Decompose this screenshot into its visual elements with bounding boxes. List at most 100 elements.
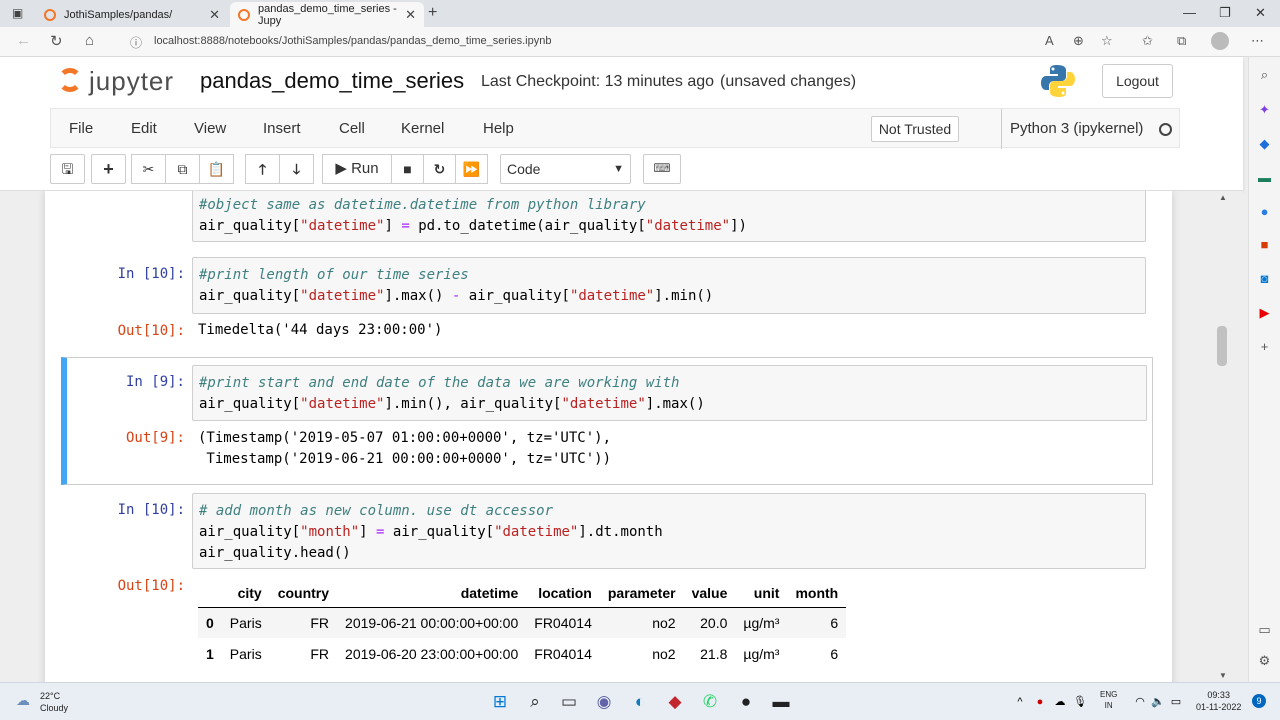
info-icon[interactable]: ⓘ <box>130 34 142 51</box>
table-cell: 6 <box>830 645 839 662</box>
back-icon[interactable]: ← <box>16 32 31 49</box>
add-sidebar-icon[interactable]: + <box>1257 339 1272 354</box>
plus-icon: + <box>103 159 114 179</box>
table-cell: 2019-06-20 23:00:00+00:00 <box>345 645 519 662</box>
url-field[interactable]: ⓘ localhost:8888/notebooks/JothiSamples/… <box>116 30 1131 54</box>
search-icon[interactable]: ⌕ <box>525 692 545 712</box>
menu-file[interactable]: File <box>69 120 93 137</box>
paste-button[interactable]: 📋 <box>199 154 234 184</box>
menu-view[interactable]: View <box>194 120 226 137</box>
scroll-down-icon[interactable]: ▼ <box>1219 671 1227 680</box>
edge-icon[interactable]: ◐ <box>630 692 650 712</box>
menu-bar: File Edit View Insert Cell Kernel Help N… <box>50 108 1180 149</box>
menu-insert[interactable]: Insert <box>263 120 301 137</box>
table-row: 1 Paris FR 2019-06-20 23:00:00+00:00 FR04014… <box>198 638 846 669</box>
scroll-up-icon[interactable]: ▲ <box>1219 193 1227 202</box>
notification-badge[interactable]: 9 <box>1252 694 1266 708</box>
kernel-name[interactable]: Python 3 (ipykernel) <box>1001 109 1143 149</box>
tab-actions-icon[interactable]: ▣ <box>12 6 23 20</box>
restart-run-all-button[interactable]: ⏩ <box>455 154 488 184</box>
collections-icon[interactable]: ⧉ <box>1177 33 1186 49</box>
arrow-down-icon: 🡓 <box>292 161 301 177</box>
run-button[interactable]: ▶ Run <box>322 154 392 184</box>
menu-edit[interactable]: Edit <box>131 120 157 137</box>
microphone-icon[interactable]: 🎙 <box>1070 692 1090 712</box>
volume-icon[interactable]: 🔈 <box>1148 692 1168 712</box>
tab-pandas-demo[interactable]: pandas_demo_time_series - Jupy ✕ <box>230 2 424 27</box>
obs-icon[interactable]: ● <box>736 692 756 712</box>
code-lines: #object same as datetime.datetime from p… <box>199 195 747 237</box>
sparkle-icon[interactable]: ✦ <box>1257 102 1272 117</box>
chevron-up-icon[interactable]: ^ <box>1010 692 1030 712</box>
onedrive-icon[interactable]: ☁ <box>1050 692 1070 712</box>
code-line: air_quality["datetime"] = pd.to_datetime… <box>199 218 747 234</box>
chat-icon[interactable]: ◉ <box>594 692 614 712</box>
move-up-button[interactable]: 🡑 <box>245 154 280 184</box>
time: 09:33 <box>1207 690 1230 700</box>
menu-cell[interactable]: Cell <box>339 120 365 137</box>
shopping-tag-icon[interactable]: ◆ <box>1257 136 1272 151</box>
close-window-icon[interactable]: ✕ <box>1255 5 1266 21</box>
wifi-icon[interactable]: ◠ <box>1130 692 1150 712</box>
outlook-icon[interactable]: ◙ <box>1257 271 1272 286</box>
sidebar-layout-icon[interactable]: ▭ <box>1257 622 1272 637</box>
favorites-add-icon[interactable]: ☆ <box>1101 33 1113 49</box>
restart-button[interactable]: ↻ <box>423 154 456 184</box>
mcafee-icon[interactable]: ◆ <box>665 692 685 712</box>
jupyter-logo[interactable]: jupyter <box>55 63 185 99</box>
code-cell-input[interactable]: #print start and end date of the data we… <box>192 365 1147 421</box>
more-menu-icon[interactable]: ⋯ <box>1251 33 1264 49</box>
battery-icon[interactable]: ▭ <box>1166 692 1186 712</box>
tray-app-icon[interactable]: ● <box>1030 692 1050 712</box>
new-tab-icon[interactable]: + <box>428 4 437 22</box>
code-line: air_quality["month"] = air_quality["date… <box>199 524 663 540</box>
minimize-icon[interactable]: — <box>1183 5 1196 20</box>
restore-icon[interactable]: ❐ <box>1219 5 1231 21</box>
youtube-icon[interactable]: ▶ <box>1257 305 1272 320</box>
language-indicator[interactable]: ENG IN <box>1100 689 1117 711</box>
whatsapp-icon[interactable]: ✆ <box>700 692 720 712</box>
menu-help[interactable]: Help <box>483 120 514 137</box>
code-cell-input[interactable]: #print length of our time series air_qua… <box>192 257 1146 314</box>
insert-cell-button[interactable]: + <box>91 154 126 184</box>
read-aloud-icon[interactable]: A <box>1045 33 1054 48</box>
tools-icon[interactable]: ▬ <box>1257 170 1272 185</box>
zoom-icon[interactable]: ⊕ <box>1073 33 1084 49</box>
office-icon[interactable]: ■ <box>1257 237 1272 252</box>
copy-button[interactable]: ⧉ <box>165 154 200 184</box>
windows-start-icon[interactable]: ⊞ <box>490 692 510 712</box>
scrollbar-thumb[interactable] <box>1217 326 1227 366</box>
cell-type-value: Code <box>507 161 541 177</box>
settings-icon[interactable]: ⚙ <box>1257 653 1272 668</box>
command-palette-button[interactable]: ⌨ <box>643 154 681 184</box>
task-view-icon[interactable]: ▭ <box>559 692 579 712</box>
weather-widget[interactable]: 22°C Cloudy <box>40 690 68 714</box>
close-tab-icon[interactable]: ✕ <box>209 7 220 23</box>
trusted-indicator[interactable]: Not Trusted <box>871 116 959 142</box>
refresh-icon[interactable]: ↻ <box>50 32 63 50</box>
output-line: (Timestamp('2019-05-07 01:00:00+0000', t… <box>198 430 612 446</box>
table-header-cell: month <box>787 579 847 608</box>
favorites-icon[interactable]: ✩ <box>1142 33 1153 49</box>
table-cell: 21.8 <box>700 645 728 662</box>
notebook-name[interactable]: pandas_demo_time_series <box>200 68 464 94</box>
cell-type-select[interactable]: Code ▼ <box>500 154 631 184</box>
clock[interactable]: 09:33 01-11-2022 <box>1196 689 1241 713</box>
search-icon[interactable]: ⌕ <box>1257 67 1272 82</box>
close-tab-icon[interactable]: ✕ <box>405 7 416 23</box>
cut-button[interactable]: ✂ <box>131 154 166 184</box>
table-header-cell: city <box>221 579 270 608</box>
profile-avatar[interactable] <box>1211 32 1229 50</box>
games-icon[interactable]: ● <box>1257 204 1272 219</box>
home-icon[interactable]: ⌂ <box>85 32 94 49</box>
code-cell-input[interactable]: # add month as new column. use dt access… <box>192 493 1146 569</box>
menu-kernel[interactable]: Kernel <box>401 120 444 137</box>
code-cell-input[interactable]: #object same as datetime.datetime from p… <box>192 191 1146 242</box>
interrupt-button[interactable]: ■ <box>391 154 424 184</box>
logout-button[interactable]: Logout <box>1102 64 1173 98</box>
table-header-cell: parameter <box>599 579 684 608</box>
save-button[interactable]: 🖫 <box>50 154 85 184</box>
tab-jothisamples[interactable]: JothiSamples/pandas/ ✕ <box>36 2 228 27</box>
terminal-icon[interactable]: ▬ <box>771 692 791 712</box>
move-down-button[interactable]: 🡓 <box>279 154 314 184</box>
